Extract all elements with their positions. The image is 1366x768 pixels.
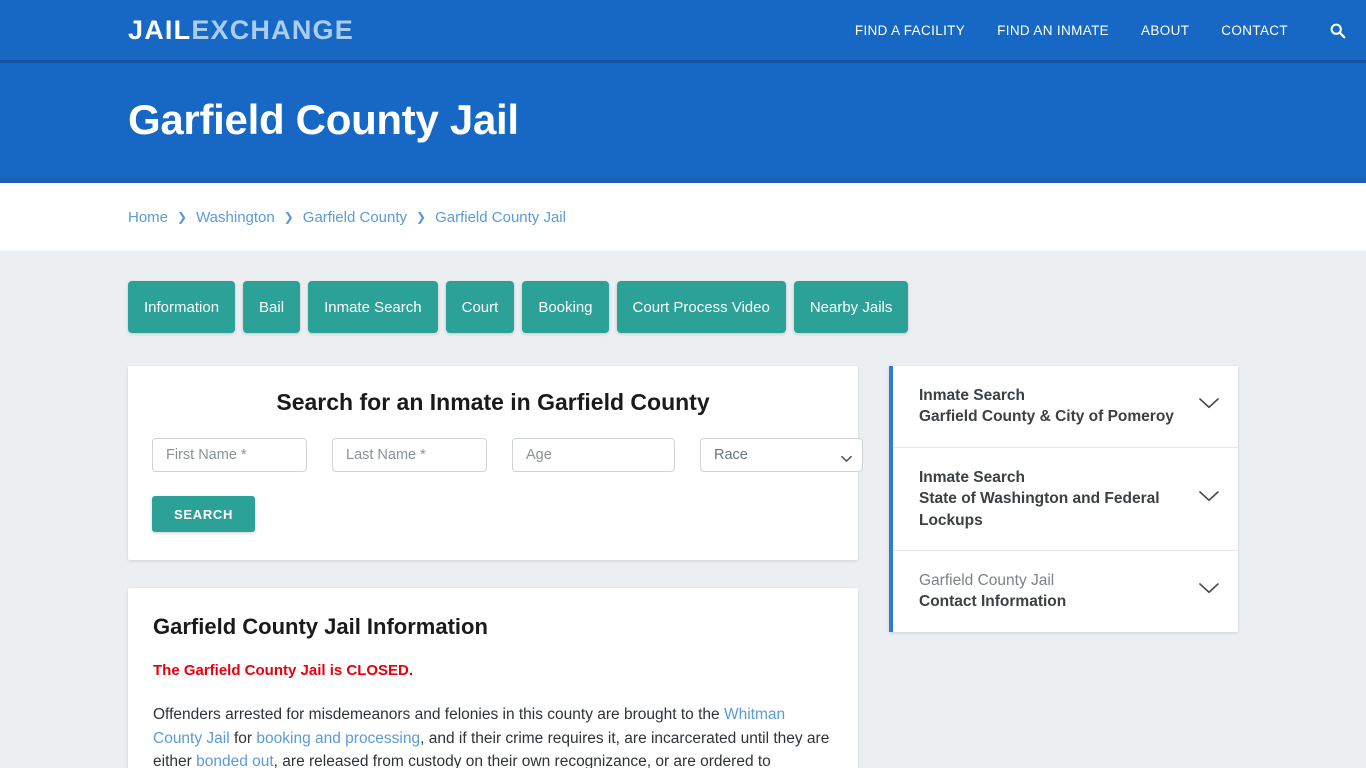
paragraph-text: , are released from custody on their own… — [273, 753, 771, 768]
closed-notice: The Garfield County Jail is CLOSED. — [153, 662, 414, 679]
accordion-item-subtitle: Contact Information — [919, 593, 1067, 611]
chevron-down-icon[interactable] — [1198, 490, 1220, 508]
page-body: Information Bail Inmate Search Court Boo… — [0, 251, 1366, 768]
site-header: JAILEXCHANGE FIND A FACILITY FIND AN INM… — [0, 0, 1366, 63]
accordion-item-contact-information[interactable]: Garfield County Jail Contact Information — [893, 551, 1238, 632]
accordion-item-text: Inmate Search Garfield County & City of … — [919, 385, 1186, 428]
sidebar-column: Inmate Search Garfield County & City of … — [889, 366, 1238, 632]
information-paragraph: Offenders arrested for misdemeanors and … — [153, 703, 833, 768]
breadcrumb-separator-icon: ❯ — [283, 210, 294, 224]
paragraph-text: Offenders arrested for misdemeanors and … — [153, 706, 724, 723]
accordion-item-inmate-search-county[interactable]: Inmate Search Garfield County & City of … — [893, 366, 1238, 448]
accordion-item-subtitle: Garfield County & City of Pomeroy — [919, 408, 1174, 426]
accordion-item-subtitle: State of Washington and Federal Lockups — [919, 490, 1160, 529]
breadcrumb: Home ❯ Washington ❯ Garfield County ❯ Ga… — [128, 209, 566, 226]
page-title: Garfield County Jail — [128, 96, 519, 144]
breadcrumb-separator-icon: ❯ — [177, 210, 188, 224]
tab-court-process-video[interactable]: Court Process Video — [616, 281, 786, 333]
paragraph-text: for — [229, 729, 257, 747]
page-hero: Garfield County Jail — [0, 63, 1366, 183]
tab-booking[interactable]: Booking — [522, 281, 609, 333]
accordion-item-text: Garfield County Jail Contact Information — [919, 570, 1186, 613]
breadcrumb-item-home[interactable]: Home — [128, 209, 168, 226]
accordion-item-title: Garfield County Jail — [919, 571, 1055, 589]
main-navigation: FIND A FACILITY FIND AN INMATE ABOUT CON… — [855, 19, 1348, 41]
sidebar-accordion: Inmate Search Garfield County & City of … — [889, 366, 1238, 632]
tab-bail[interactable]: Bail — [243, 281, 301, 333]
first-name-input[interactable] — [152, 438, 307, 472]
nav-item-contact[interactable]: CONTACT — [1221, 23, 1288, 38]
last-name-input[interactable] — [332, 438, 487, 472]
accordion-item-inmate-search-state[interactable]: Inmate Search State of Washington and Fe… — [893, 448, 1238, 551]
tab-information[interactable]: Information — [128, 281, 236, 333]
tab-nearby-jails[interactable]: Nearby Jails — [793, 281, 909, 333]
site-logo[interactable]: JAILEXCHANGE — [128, 14, 354, 45]
search-card-title: Search for an Inmate in Garfield County — [276, 389, 710, 415]
race-select-wrapper: Race — [700, 438, 863, 472]
inmate-search-card: Search for an Inmate in Garfield County … — [128, 366, 863, 560]
nav-item-find-a-facility[interactable]: FIND A FACILITY — [855, 23, 965, 38]
nav-item-about[interactable]: ABOUT — [1141, 23, 1189, 38]
logo-part-exchange: EXCHANGE — [191, 14, 354, 45]
breadcrumb-bar: Home ❯ Washington ❯ Garfield County ❯ Ga… — [0, 183, 1366, 251]
tab-inmate-search[interactable]: Inmate Search — [308, 281, 438, 333]
search-submit-button[interactable]: SEARCH — [152, 496, 256, 532]
breadcrumb-item-garfield-county-jail[interactable]: Garfield County Jail — [435, 209, 566, 226]
main-column: Search for an Inmate in Garfield County … — [128, 366, 863, 768]
accordion-item-title: Inmate Search — [919, 387, 1025, 404]
breadcrumb-item-washington[interactable]: Washington — [196, 209, 275, 226]
chevron-down-icon[interactable] — [1198, 397, 1220, 415]
section-tabs: Information Bail Inmate Search Court Boo… — [128, 281, 1238, 333]
breadcrumb-separator-icon: ❯ — [416, 210, 427, 224]
chevron-down-icon[interactable] — [1198, 582, 1220, 600]
search-fields-row: Race — [152, 438, 863, 472]
breadcrumb-item-garfield-county[interactable]: Garfield County — [303, 209, 407, 226]
accordion-item-title: Inmate Search — [919, 468, 1025, 486]
race-select[interactable]: Race — [700, 438, 863, 472]
accordion-item-text: Inmate Search State of Washington and Fe… — [919, 467, 1186, 531]
information-heading: Garfield County Jail Information — [153, 614, 488, 639]
link-bonded-out[interactable]: bonded out — [196, 753, 274, 768]
tab-court[interactable]: Court — [445, 281, 515, 333]
age-input[interactable] — [512, 438, 675, 472]
jail-information-card: Garfield County Jail Information The Gar… — [128, 588, 858, 768]
nav-item-find-an-inmate[interactable]: FIND AN INMATE — [997, 23, 1109, 38]
link-booking-and-processing[interactable]: booking and processing — [256, 730, 420, 747]
search-icon[interactable] — [1326, 19, 1348, 41]
logo-part-jail: JAIL — [128, 14, 192, 45]
